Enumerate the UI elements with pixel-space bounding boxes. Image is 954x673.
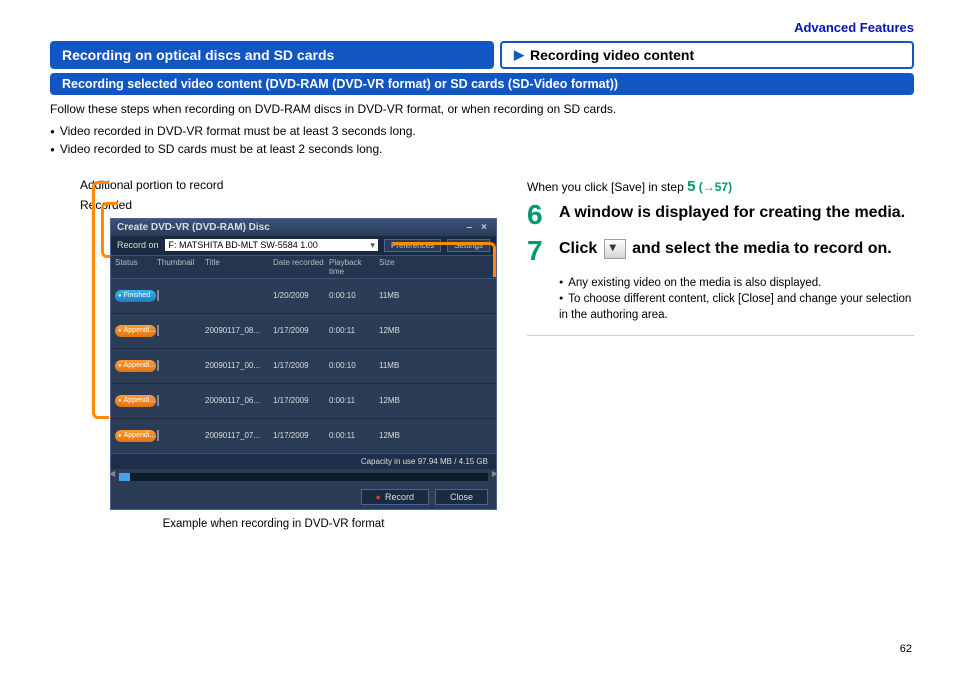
prereq-bullets: Video recorded in DVD-VR format must be … bbox=[50, 122, 914, 158]
cell-date: 1/17/2009 bbox=[273, 396, 327, 405]
table-row[interactable]: Appendi... 20090117_08... 1/17/2009 0:00… bbox=[111, 313, 496, 348]
cell-play: 0:00:11 bbox=[329, 326, 377, 335]
intro-text: Follow these steps when recording on DVD… bbox=[50, 101, 914, 118]
note-item: To choose different content, click [Clos… bbox=[559, 291, 914, 323]
record-button[interactable]: Record bbox=[361, 489, 429, 505]
cell-title: 20090117_00... bbox=[205, 361, 271, 370]
record-on-label: Record on bbox=[117, 240, 159, 250]
cell-size: 12MB bbox=[379, 396, 423, 405]
step-number: 7 bbox=[527, 237, 549, 265]
cell-date: 1/17/2009 bbox=[273, 361, 327, 370]
cell-date: 1/20/2009 bbox=[273, 291, 327, 300]
header-right-text: Recording video content bbox=[530, 47, 694, 63]
cell-play: 0:00:11 bbox=[329, 396, 377, 405]
cell-play: 0:00:10 bbox=[329, 361, 377, 370]
bracket-additional bbox=[92, 181, 109, 419]
cell-date: 1/17/2009 bbox=[273, 431, 327, 440]
step-text: A window is displayed for creating the m… bbox=[559, 203, 905, 229]
page-cross-ref[interactable]: (→57) bbox=[699, 180, 732, 194]
col-thumb: Thumbnail bbox=[157, 258, 203, 276]
table-row[interactable]: Appendi... 20090117_00... 1/17/2009 0:00… bbox=[111, 348, 496, 383]
cell-size: 11MB bbox=[379, 291, 423, 300]
thumbnail bbox=[157, 290, 159, 301]
status-pill: Appendi... bbox=[115, 395, 156, 407]
dropdown-icon bbox=[604, 239, 626, 259]
note-item: Any existing video on the media is also … bbox=[559, 275, 914, 291]
step-7: 7 Click and select the media to record o… bbox=[527, 239, 914, 265]
col-play: Playback time bbox=[329, 258, 377, 276]
step-text: Click and select the media to record on. bbox=[559, 239, 892, 265]
col-title: Title bbox=[205, 258, 271, 276]
cell-play: 0:00:11 bbox=[329, 431, 377, 440]
step-reference: When you click [Save] in step 5 (→57) bbox=[527, 178, 914, 195]
status-pill: Appendi... bbox=[115, 325, 156, 337]
legend-additional: Additional portion to record bbox=[80, 178, 497, 192]
section-link[interactable]: Advanced Features bbox=[50, 20, 914, 35]
cell-size: 12MB bbox=[379, 326, 423, 335]
play-icon: ▶ bbox=[514, 47, 524, 63]
cell-title: 20090117_06... bbox=[205, 396, 271, 405]
thumbnail bbox=[157, 360, 159, 371]
header-right: ▶ Recording video content bbox=[500, 41, 914, 69]
table-row[interactable]: Finished 1/20/2009 0:00:10 11MB bbox=[111, 279, 496, 313]
table-row[interactable]: Appendi... 20090117_06... 1/17/2009 0:00… bbox=[111, 383, 496, 418]
status-pill: Finished bbox=[115, 290, 156, 302]
col-status: Status bbox=[115, 258, 155, 276]
table-row[interactable]: Appendi... 20090117_07... 1/17/2009 0:00… bbox=[111, 418, 496, 453]
step7-notes: Any existing video on the media is also … bbox=[559, 275, 914, 323]
close-icon[interactable]: × bbox=[478, 222, 490, 233]
bullet-item: Video recorded in DVD-VR format must be … bbox=[50, 122, 914, 140]
status-pill: Appendi... bbox=[115, 430, 156, 442]
dialog-titlebar: Create DVD-VR (DVD-RAM) Disc – × bbox=[111, 219, 496, 236]
header-left: Recording on optical discs and SD cards bbox=[50, 41, 494, 69]
step-6: 6 A window is displayed for creating the… bbox=[527, 203, 914, 229]
cell-date: 1/17/2009 bbox=[273, 326, 327, 335]
header-row: Recording on optical discs and SD cards … bbox=[50, 41, 914, 69]
capacity-bar[interactable] bbox=[119, 473, 488, 481]
page-number: 62 bbox=[900, 643, 912, 655]
capacity-text: Capacity in use 97.94 MB / 4.15 GB bbox=[111, 453, 496, 469]
connector-line bbox=[393, 242, 496, 277]
cell-play: 0:00:10 bbox=[329, 291, 377, 300]
figure-caption: Example when recording in DVD-VR format bbox=[50, 518, 497, 530]
dialog-title: Create DVD-VR (DVD-RAM) Disc bbox=[117, 222, 270, 233]
divider bbox=[527, 335, 914, 336]
cell-size: 11MB bbox=[379, 361, 423, 370]
legend-recorded: Recorded bbox=[80, 198, 497, 212]
minimize-icon[interactable]: – bbox=[463, 222, 475, 233]
cell-size: 12MB bbox=[379, 431, 423, 440]
thumbnail bbox=[157, 395, 159, 406]
status-pill: Appendi... bbox=[115, 360, 156, 372]
cell-title: 20090117_08... bbox=[205, 326, 271, 335]
step-number: 6 bbox=[527, 201, 549, 229]
subheader: Recording selected video content (DVD-RA… bbox=[50, 73, 914, 95]
col-date: Date recorded bbox=[273, 258, 327, 276]
thumbnail bbox=[157, 325, 159, 336]
close-button[interactable]: Close bbox=[435, 489, 488, 505]
thumbnail bbox=[157, 430, 159, 441]
drive-select[interactable]: F: MATSHITA BD-MLT SW-5584 1.00 bbox=[165, 239, 378, 251]
bullet-item: Video recorded to SD cards must be at le… bbox=[50, 140, 914, 158]
cell-title: 20090117_07... bbox=[205, 431, 271, 440]
